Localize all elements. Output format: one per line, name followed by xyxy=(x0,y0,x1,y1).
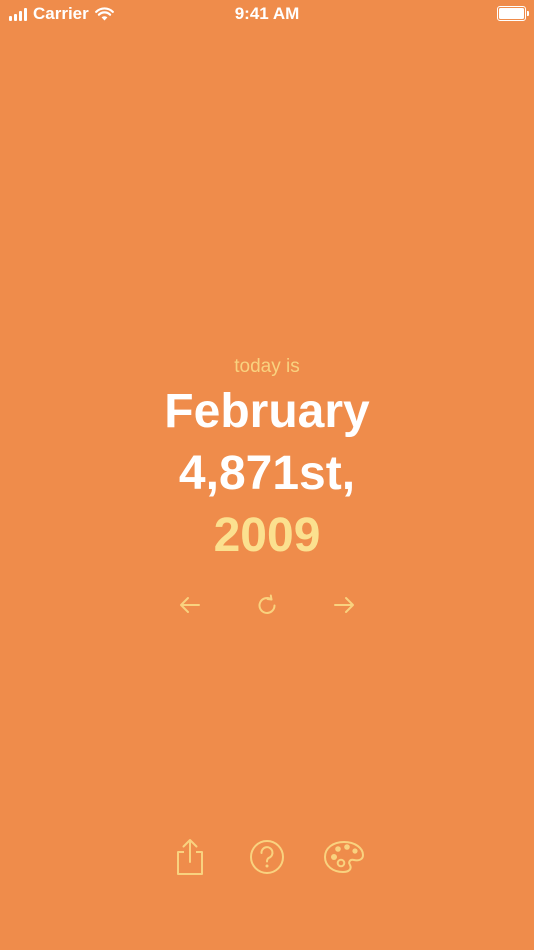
theme-palette-button[interactable] xyxy=(323,836,365,878)
share-icon xyxy=(177,839,203,875)
day-text: 4,871st, xyxy=(178,447,356,500)
arrow-left-icon xyxy=(180,597,200,613)
date-navigation xyxy=(0,590,534,620)
help-icon xyxy=(250,840,284,874)
battery-icon xyxy=(497,6,529,21)
refresh-icon xyxy=(258,594,276,614)
previous-day-button[interactable] xyxy=(175,590,205,620)
month-text: February xyxy=(164,385,370,438)
date-display: today is February 4,871st, 2009 xyxy=(0,355,534,567)
bottom-toolbar xyxy=(0,836,534,878)
today-label: today is xyxy=(234,356,300,377)
help-button[interactable] xyxy=(246,836,288,878)
refresh-button[interactable] xyxy=(252,590,282,620)
year-text: 2009 xyxy=(213,509,321,562)
arrow-right-icon xyxy=(334,597,354,613)
palette-icon xyxy=(324,841,364,873)
status-bar: Carrier 9:41 AM xyxy=(0,0,534,30)
share-button[interactable] xyxy=(169,836,211,878)
status-time: 9:41 AM xyxy=(234,4,300,23)
next-day-button[interactable] xyxy=(329,590,359,620)
status-right xyxy=(497,6,529,21)
